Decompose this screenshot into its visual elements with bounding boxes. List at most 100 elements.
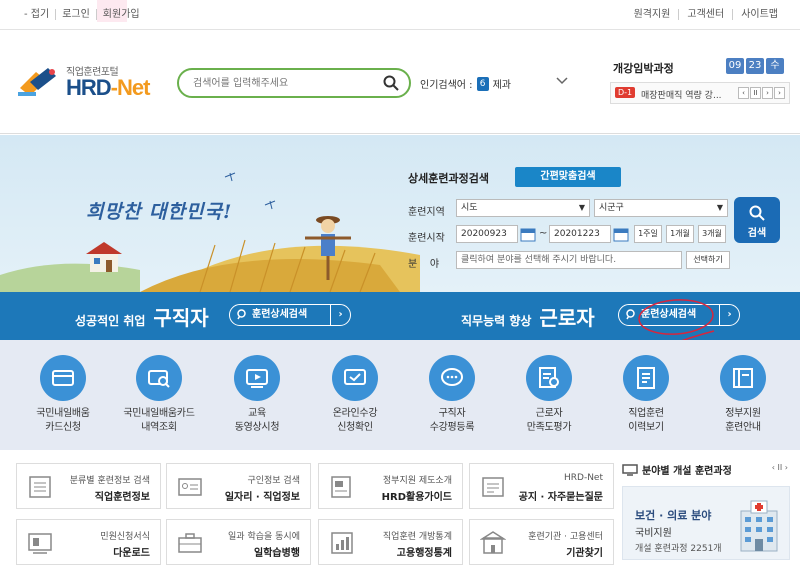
service-card-gov-support[interactable]: 정부지원 훈련안내 — [698, 355, 788, 435]
scarecrow-icon — [305, 216, 351, 280]
period-1month-button[interactable]: 1개월 — [666, 225, 694, 243]
field-category: 보건 · 의료 분야 — [635, 509, 712, 522]
service-label: 직업훈련 이력보기 — [601, 407, 691, 435]
ticker-next-button[interactable]: › — [762, 87, 773, 99]
deadline-ticker: D-1 매장판매직 역량 강... ‹ II › › — [610, 82, 790, 104]
calendar-icon[interactable] — [520, 226, 536, 242]
search-input[interactable] — [193, 75, 383, 91]
chevron-down-icon: ▼ — [578, 203, 585, 212]
info-box-subtitle: 정부지원 제도소개 — [382, 476, 452, 486]
service-label: 온라인수강신청확인 — [310, 407, 400, 435]
date-to-value: 20201223 — [554, 229, 600, 239]
service-label-line2: 만족도평가 — [526, 422, 572, 433]
job-seeker-search-button[interactable]: 훈련상세검색 › — [229, 304, 351, 326]
info-box-notice-faq[interactable]: HRD-Net 공지 · 자주묻는질문 — [469, 463, 614, 509]
info-box-subtitle: 분류별 훈련정보 검색 — [69, 476, 150, 486]
service-label-line2: 수강평등록 — [429, 422, 475, 433]
region-row: 훈련지역 시도 ▼ 시군구 ▼ — [408, 199, 738, 219]
detail-search-button[interactable]: 검색 — [734, 197, 780, 243]
deadline-title: 개강임박과정 — [613, 62, 674, 75]
guide-icon — [331, 476, 351, 498]
date-display: 09 23 수 — [726, 58, 784, 74]
header: 직업훈련포털 HRD-Net 인기검색어 : 6 제과 개강임박과정 09 23… — [0, 30, 800, 134]
popular-keywords: 인기검색어 : 6 제과 — [420, 76, 511, 91]
info-box-subtitle: HRD-Net — [564, 473, 603, 483]
info-box-job-info[interactable]: 구인정보 검색 일자리 · 직업정보 — [166, 463, 311, 509]
deadline-courses: 개강임박과정 09 23 수 D-1 매장판매직 역량 강... ‹ II › … — [610, 58, 790, 118]
top-right-links: 원격지원 고객센터 사이트맵 — [626, 9, 786, 20]
popular-keyword[interactable]: 제과 — [493, 76, 511, 91]
popular-label: 인기검색어 : — [420, 80, 473, 91]
start-label: 훈련시작 — [408, 233, 445, 244]
service-icon-circle — [429, 355, 475, 401]
service-label-line2: 이력보기 — [628, 422, 664, 433]
easy-search-button[interactable]: 간편맞춤검색 — [515, 167, 621, 187]
collapse-link[interactable]: - 접기 — [18, 9, 57, 20]
sitemap-link[interactable]: 사이트맵 — [733, 9, 786, 20]
service-icon-circle — [136, 355, 182, 401]
service-card-video[interactable]: 교육 동영상시청 — [212, 355, 302, 435]
period-3month-button[interactable]: 3개월 — [698, 225, 726, 243]
hero-banner: 희망찬 대한민국! 상세훈련과정검색 간편맞춤검색 훈련지역 시도 ▼ 시군구 … — [0, 135, 800, 292]
search-icon — [237, 309, 246, 320]
field-row: 분 야 클릭하여 분야를 선택해 주시기 바랍니다. 선택하기 — [408, 251, 738, 271]
search-icon[interactable] — [383, 75, 399, 91]
popular-rank-badge: 6 — [476, 76, 489, 91]
detail-search-label: 검색 — [747, 228, 767, 239]
login-link[interactable]: 로그인 — [56, 9, 97, 20]
info-box-training-info[interactable]: 분류별 훈련정보 검색 직업훈련정보 — [16, 463, 161, 509]
signup-link[interactable]: 회원가입 — [97, 9, 146, 20]
service-label-line2: 내역조회 — [141, 422, 177, 433]
sigungu-select[interactable]: 시군구 ▼ — [594, 199, 728, 217]
field-course-card[interactable]: 보건 · 의료 분야 국비지원 개설 훈련과정 2251개 — [622, 486, 790, 560]
period-1week-button[interactable]: 1주일 — [634, 225, 662, 243]
logo-mark-icon — [18, 68, 56, 96]
date-to-input[interactable]: 20201223 — [549, 225, 611, 243]
ticker-prev-button[interactable]: ‹ — [738, 87, 749, 99]
briefcase-icon — [178, 533, 202, 553]
chevron-down-icon: ▼ — [716, 203, 723, 212]
logo-text: HRD-Net — [66, 75, 150, 101]
field-courses-nav[interactable]: ‹ II › — [772, 463, 788, 472]
service-label-line2: 카드신청 — [45, 422, 81, 433]
search-icon — [749, 205, 765, 221]
service-icon-circle — [623, 355, 669, 401]
ticker-more-button[interactable]: › — [774, 87, 785, 99]
info-box-work-study[interactable]: 일과 학습을 동시에 일학습병행 — [166, 519, 311, 565]
field-select-input[interactable]: 클릭하여 분야를 선택해 주시기 바랍니다. — [456, 251, 682, 269]
ticker-pause-button[interactable]: II — [750, 87, 761, 99]
service-card-apply[interactable]: 국민내일배움 카드신청 — [18, 355, 108, 435]
chevron-down-icon[interactable] — [555, 74, 569, 88]
detail-search-title: 상세훈련과정검색 — [408, 172, 489, 185]
service-card-training-history[interactable]: 직업훈련 이력보기 — [601, 355, 691, 435]
date-from-input[interactable]: 20200923 — [456, 225, 518, 243]
remote-support-link[interactable]: 원격지원 — [626, 9, 680, 20]
sido-value: 시도 — [461, 203, 478, 213]
field-select-button[interactable]: 선택하기 — [686, 251, 730, 269]
service-label-line1: 온라인수강 — [332, 408, 378, 419]
field-course-count: 개설 훈련과정 2251개 — [635, 544, 722, 554]
customer-center-link[interactable]: 고객센터 — [679, 9, 734, 20]
service-label-line1: 정부지원 — [725, 408, 761, 419]
info-box-statistics[interactable]: 직업훈련 개방통계 고용행정통계 — [318, 519, 463, 565]
service-label: 정부지원 훈련안내 — [698, 407, 788, 435]
service-label-line1: 교육 — [248, 408, 266, 419]
service-label-line1: 근로자 — [535, 408, 563, 419]
service-card-survey[interactable]: 근로자만족도평가 — [504, 355, 594, 435]
deadline-course-link[interactable]: 매장판매직 역량 강... — [641, 88, 733, 101]
info-box-subtitle: 훈련기관 · 고용센터 — [528, 532, 603, 542]
service-card-review[interactable]: 구직자 수강평등록 — [407, 355, 497, 435]
online-check-icon — [344, 369, 366, 385]
info-box-download[interactable]: 민원신청서식 다운로드 — [16, 519, 161, 565]
service-card-online[interactable]: 온라인수강신청확인 — [310, 355, 400, 435]
sido-select[interactable]: 시도 ▼ — [456, 199, 590, 217]
house-icon — [86, 242, 122, 272]
service-card-history[interactable]: 국민내일배움카드 내역조회 — [114, 355, 204, 435]
info-box-subtitle: 민원신청서식 — [100, 532, 150, 542]
job-seeker-heading: 성공적인 취업 구직자 — [75, 302, 209, 331]
hrd-net-logo[interactable]: 직업훈련포털 HRD-Net — [16, 60, 166, 110]
calendar-icon[interactable] — [613, 226, 629, 242]
info-box-hrd-guide[interactable]: 정부지원 제도소개 HRD활용가이드 — [318, 463, 463, 509]
info-box-find-institution[interactable]: 훈련기관 · 고용센터 기관찾기 — [469, 519, 614, 565]
service-label-line2: 신청확인 — [337, 422, 373, 433]
